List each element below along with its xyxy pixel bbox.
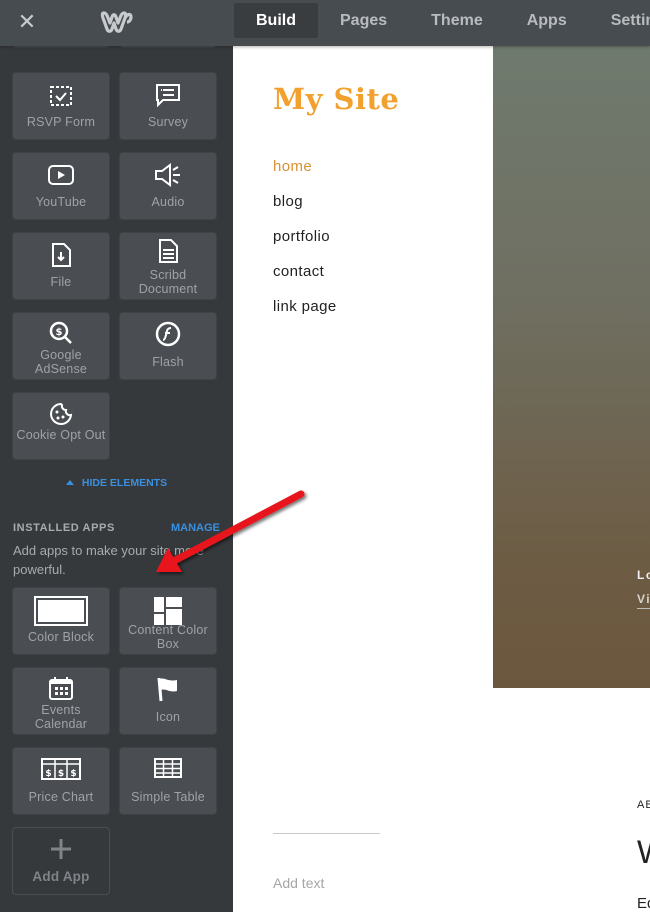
editor-topbar: ✕ Build Pages Theme Apps Settings	[0, 0, 650, 46]
add-text-placeholder[interactable]: Add text	[273, 875, 324, 891]
tab-theme[interactable]: Theme	[409, 3, 505, 38]
app-tile-icon[interactable]: Icon	[119, 667, 217, 735]
nav-item-blog[interactable]: blog	[273, 193, 337, 228]
element-tile-flash[interactable]: Flash	[119, 312, 217, 380]
installed-apps-title: INSTALLED APPS	[13, 522, 115, 534]
tile-label: Events Calendar	[34, 703, 88, 731]
tile-label: RSVP Form	[26, 115, 96, 129]
rsvp-calendar-check-icon	[13, 83, 109, 107]
app-tile-simple-table[interactable]: Simple Table	[119, 747, 217, 815]
tab-build[interactable]: Build	[234, 3, 318, 38]
elements-sidebar: Form Contact Form RSVP Form Survey YouTu…	[0, 0, 233, 912]
svg-text:$: $	[45, 769, 51, 779]
about-label: AB	[637, 799, 650, 811]
hide-elements-label: HIDE ELEMENTS	[81, 477, 168, 489]
tile-label: Survey	[147, 115, 189, 129]
element-tile-scribd-document[interactable]: Scribd Document	[119, 232, 217, 300]
element-tile-audio[interactable]: Audio	[119, 152, 217, 220]
cookie-icon	[13, 402, 109, 426]
element-tile-youtube[interactable]: YouTube	[12, 152, 110, 220]
element-tile-survey[interactable]: Survey	[119, 72, 217, 140]
add-app-label: Add App	[32, 869, 90, 884]
section-body-text[interactable]: Ed	[637, 895, 650, 912]
file-download-icon	[13, 243, 109, 267]
tile-label: Simple Table	[131, 790, 205, 804]
app-tile-price-chart[interactable]: $ $ $ Price Chart	[12, 747, 110, 815]
svg-text:$: $	[58, 769, 64, 779]
tile-label: Audio	[151, 195, 185, 209]
site-navigation: home blog portfolio contact link page	[273, 158, 337, 333]
close-icon[interactable]: ✕	[14, 9, 40, 35]
tab-settings[interactable]: Settings	[589, 3, 650, 38]
content-box-grid-icon	[120, 596, 216, 625]
element-tile-google-adsense[interactable]: $ Google AdSense	[12, 312, 110, 380]
divider-line	[273, 833, 380, 834]
section-heading[interactable]: W	[637, 834, 650, 871]
nav-item-contact[interactable]: contact	[273, 263, 337, 298]
calendar-icon	[13, 676, 109, 700]
tile-label: Cookie Opt Out	[16, 428, 106, 442]
element-tile-rsvp-form[interactable]: RSVP Form	[12, 72, 110, 140]
tile-label: YouTube	[35, 195, 87, 209]
tile-label: Flash	[152, 355, 184, 369]
add-app-button[interactable]: Add App	[12, 827, 110, 895]
nav-item-home[interactable]: home	[273, 158, 337, 193]
hero-heading: Lo	[637, 568, 650, 582]
svg-text:$: $	[70, 769, 76, 779]
element-tile-file[interactable]: File	[12, 232, 110, 300]
hero-link[interactable]: Vi	[637, 592, 650, 609]
tab-pages[interactable]: Pages	[318, 3, 409, 38]
document-icon	[120, 239, 216, 263]
main-tabs: Build Pages Theme Apps Settings	[234, 3, 650, 38]
caret-up-icon	[65, 480, 74, 485]
installed-apps-description: Add apps to make your site more powerful…	[13, 543, 204, 577]
site-preview-canvas: My Site home blog portfolio contact link…	[233, 46, 650, 912]
tab-apps[interactable]: Apps	[505, 3, 589, 38]
color-block-icon	[13, 596, 109, 626]
nav-item-link-page[interactable]: link page	[273, 298, 337, 333]
tile-label: Content Color Box	[128, 623, 208, 651]
nav-item-portfolio[interactable]: portfolio	[273, 228, 337, 263]
app-tile-content-color-box[interactable]: Content Color Box	[119, 587, 217, 655]
tile-label: Scribd Document	[138, 268, 198, 296]
weebly-logo-icon	[100, 9, 134, 35]
hide-elements-button[interactable]: HIDE ELEMENTS	[0, 477, 233, 489]
table-icon	[120, 758, 216, 782]
youtube-play-icon	[13, 163, 109, 187]
element-tile-cookie-opt-out[interactable]: Cookie Opt Out	[12, 392, 110, 460]
survey-chat-icon	[120, 83, 216, 107]
site-title[interactable]: My Site	[273, 82, 399, 116]
price-chart-icon: $ $ $	[13, 758, 109, 782]
manage-apps-link[interactable]: MANAGE	[171, 522, 220, 534]
svg-text:$: $	[56, 327, 63, 338]
tile-label: File	[50, 275, 72, 289]
tile-label: Icon	[155, 710, 181, 724]
app-tile-color-block[interactable]: Color Block	[12, 587, 110, 655]
tile-label: Color Block	[27, 630, 95, 644]
flag-icon	[120, 676, 216, 702]
adsense-dollar-search-icon: $	[13, 321, 109, 345]
flash-icon	[120, 321, 216, 347]
speaker-icon	[120, 163, 216, 187]
tile-label: Google AdSense	[34, 348, 88, 376]
tile-label: Price Chart	[28, 790, 94, 804]
app-tile-events-calendar[interactable]: Events Calendar	[12, 667, 110, 735]
hero-image-section[interactable]: Lo Vi	[493, 46, 650, 688]
plus-icon	[13, 838, 109, 862]
